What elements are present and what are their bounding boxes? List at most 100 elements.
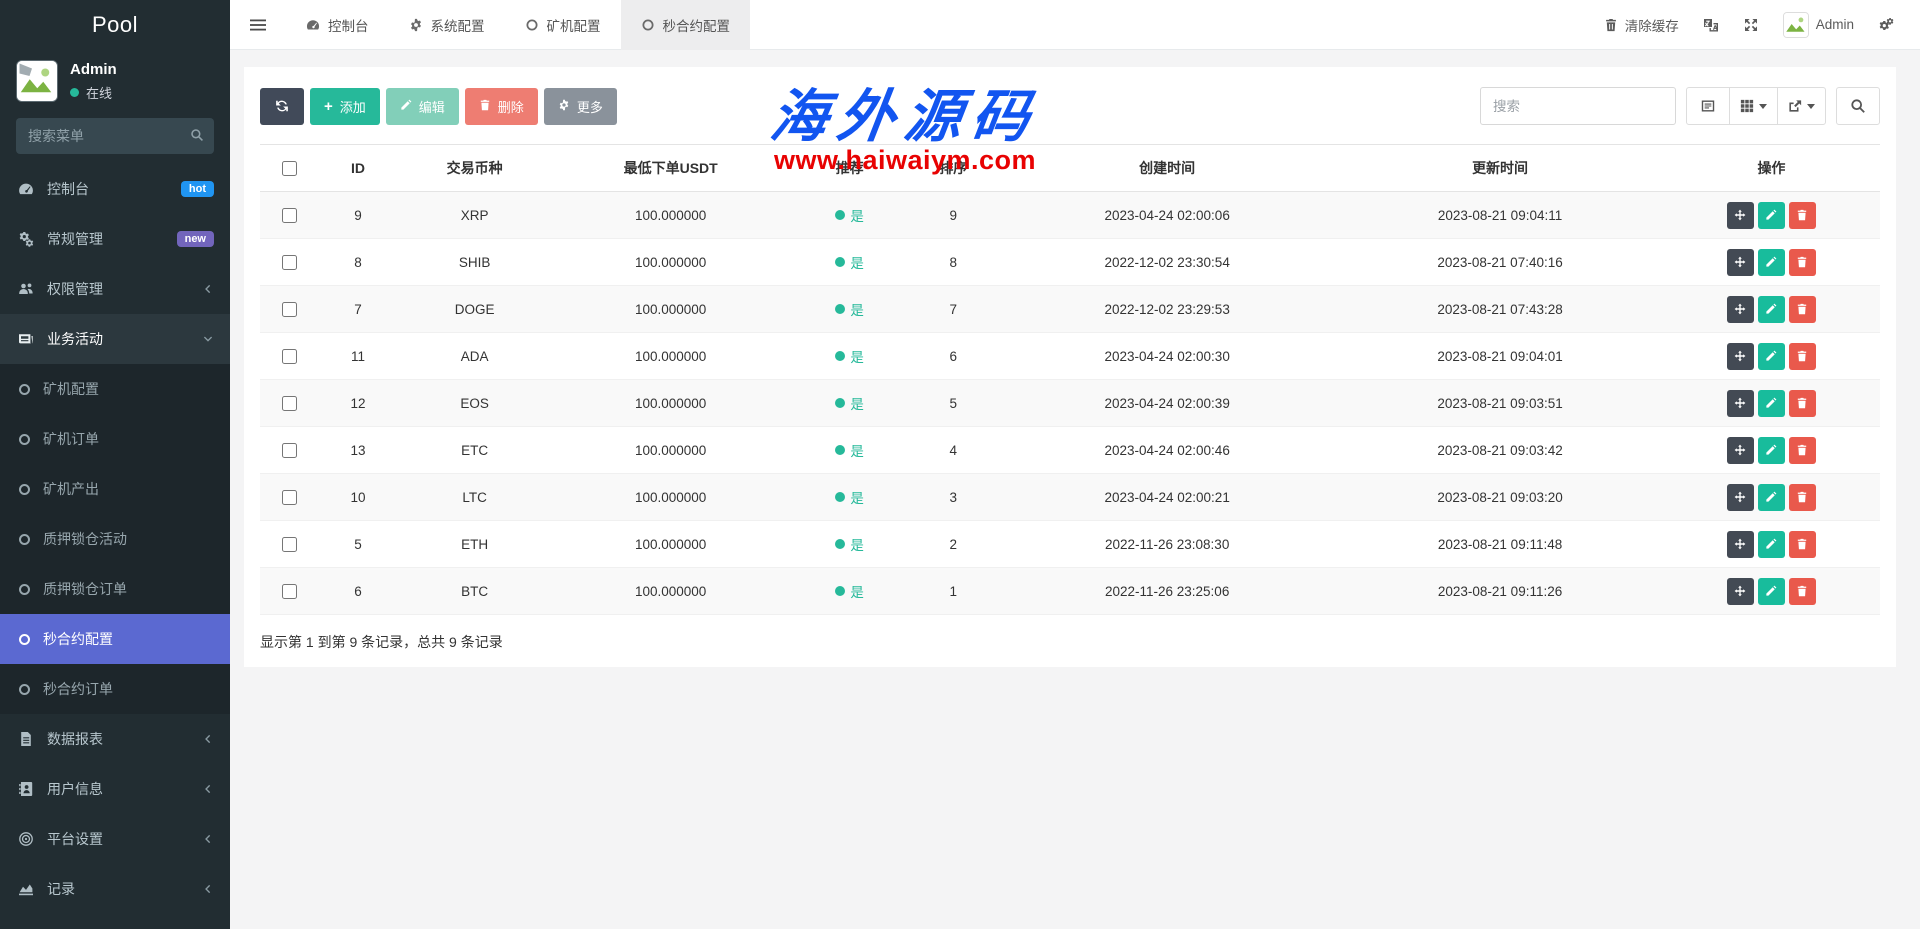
settings-gears-icon[interactable]: [1878, 17, 1894, 33]
more-button[interactable]: 更多: [544, 88, 617, 125]
sidebar-item-user-info[interactable]: 用户信息: [0, 764, 230, 814]
chart-area-icon: [16, 881, 35, 897]
circle-icon: [525, 18, 539, 32]
sidebar-subitem-label: 质押锁仓活动: [43, 529, 127, 549]
sidebar-search-input[interactable]: [16, 118, 214, 154]
row-checkbox[interactable]: [282, 584, 297, 599]
delete-row-button[interactable]: [1789, 343, 1816, 370]
delete-button[interactable]: 删除: [465, 88, 538, 125]
cell-min-order: 100.000000: [552, 521, 790, 568]
chevron-left-icon: [202, 733, 214, 745]
export-icon: [1788, 99, 1802, 113]
move-row-button[interactable]: [1727, 249, 1754, 276]
detail-view-button[interactable]: [1686, 87, 1730, 125]
grid-icon: [1740, 99, 1754, 113]
columns-toggle-button[interactable]: [1729, 87, 1778, 125]
tab-miner-config[interactable]: 矿机配置: [505, 0, 621, 50]
delete-row-button[interactable]: [1789, 531, 1816, 558]
recommend-badge: 是: [835, 581, 864, 601]
delete-row-button[interactable]: [1789, 437, 1816, 464]
edit-row-button[interactable]: [1758, 296, 1785, 323]
row-checkbox[interactable]: [282, 349, 297, 364]
move-row-button[interactable]: [1727, 296, 1754, 323]
sidebar-subitem-miner-orders[interactable]: 矿机订单: [0, 414, 230, 464]
edit-row-button[interactable]: [1758, 578, 1785, 605]
recommend-badge: 是: [835, 346, 864, 366]
edit-row-button[interactable]: [1758, 202, 1785, 229]
delete-row-button[interactable]: [1789, 578, 1816, 605]
clear-cache-button[interactable]: 清除缓存: [1604, 15, 1679, 35]
delete-row-button[interactable]: [1789, 249, 1816, 276]
chevron-left-icon: [202, 833, 214, 845]
sidebar-subitem-staking-orders[interactable]: 质押锁仓订单: [0, 564, 230, 614]
delete-row-button[interactable]: [1789, 202, 1816, 229]
move-row-button[interactable]: [1727, 531, 1754, 558]
sidebar-item-data-reports[interactable]: 数据报表: [0, 714, 230, 764]
recommend-badge: 是: [835, 252, 864, 272]
tab-system-config[interactable]: 系统配置: [389, 0, 505, 50]
hamburger-icon[interactable]: [230, 17, 286, 33]
delete-row-button[interactable]: [1789, 390, 1816, 417]
table-search-input[interactable]: [1480, 87, 1676, 125]
navbar-right: 清除缓存 Admin: [1604, 12, 1920, 38]
fullscreen-icon[interactable]: [1743, 17, 1759, 33]
language-icon[interactable]: [1703, 17, 1719, 33]
edit-row-button[interactable]: [1758, 531, 1785, 558]
row-checkbox[interactable]: [282, 255, 297, 270]
sidebar-subitem-seconds-contract-config[interactable]: 秒合约配置: [0, 614, 230, 664]
refresh-button[interactable]: [260, 88, 304, 125]
row-checkbox[interactable]: [282, 443, 297, 458]
recommend-dot-icon: [835, 304, 845, 314]
export-button[interactable]: [1777, 87, 1826, 125]
tab-seconds-contract-config[interactable]: 秒合约配置: [621, 0, 751, 50]
move-row-button[interactable]: [1727, 202, 1754, 229]
edit-row-button[interactable]: [1758, 437, 1785, 464]
row-checkbox[interactable]: [282, 537, 297, 552]
clear-cache-label: 清除缓存: [1625, 15, 1679, 35]
user-menu[interactable]: Admin: [1783, 12, 1854, 38]
edit-row-button[interactable]: [1758, 249, 1785, 276]
cell-min-order: 100.000000: [552, 427, 790, 474]
select-all-checkbox[interactable]: [282, 161, 297, 176]
sidebar-item-records[interactable]: 记录: [0, 864, 230, 914]
sidebar-subitem-miner-config[interactable]: 矿机配置: [0, 364, 230, 414]
sidebar-item-dashboard[interactable]: 控制台 hot: [0, 164, 230, 214]
sidebar-item-business-activity[interactable]: 业务活动: [0, 314, 230, 364]
row-checkbox[interactable]: [282, 302, 297, 317]
sidebar-subitem-staking-activity[interactable]: 质押锁仓活动: [0, 514, 230, 564]
move-row-button[interactable]: [1727, 484, 1754, 511]
search-submit-button[interactable]: [1836, 87, 1880, 125]
cell-coin: DOGE: [398, 286, 552, 333]
sidebar-item-platform-settings[interactable]: 平台设置: [0, 814, 230, 864]
edit-button[interactable]: 编辑: [386, 88, 459, 125]
sidebar-item-permission-management[interactable]: 权限管理: [0, 264, 230, 314]
move-row-button[interactable]: [1727, 343, 1754, 370]
move-row-button[interactable]: [1727, 437, 1754, 464]
delete-row-button[interactable]: [1789, 296, 1816, 323]
delete-row-button[interactable]: [1789, 484, 1816, 511]
chevron-left-icon: [202, 783, 214, 795]
cell-id: 8: [318, 239, 397, 286]
cell-coin: SHIB: [398, 239, 552, 286]
edit-row-button[interactable]: [1758, 390, 1785, 417]
move-row-button[interactable]: [1727, 390, 1754, 417]
cell-id: 7: [318, 286, 397, 333]
row-checkbox[interactable]: [282, 490, 297, 505]
gears-icon: [16, 231, 35, 247]
cell-updated-at: 2023-08-21 09:11:48: [1337, 521, 1663, 568]
edit-row-button[interactable]: [1758, 484, 1785, 511]
user-name: Admin: [70, 61, 117, 78]
trash-icon: [1604, 18, 1618, 32]
sidebar-item-general-management[interactable]: 常规管理 new: [0, 214, 230, 264]
circle-icon: [19, 634, 30, 645]
add-button-label: 添加: [340, 97, 366, 116]
move-row-button[interactable]: [1727, 578, 1754, 605]
add-button[interactable]: + 添加: [310, 88, 380, 125]
edit-row-button[interactable]: [1758, 343, 1785, 370]
sidebar-subitem-seconds-contract-orders[interactable]: 秒合约订单: [0, 664, 230, 714]
tab-dashboard[interactable]: 控制台: [286, 0, 389, 50]
row-checkbox[interactable]: [282, 208, 297, 223]
sidebar-subitem-miner-output[interactable]: 矿机产出: [0, 464, 230, 514]
row-checkbox[interactable]: [282, 396, 297, 411]
cell-coin: LTC: [398, 474, 552, 521]
